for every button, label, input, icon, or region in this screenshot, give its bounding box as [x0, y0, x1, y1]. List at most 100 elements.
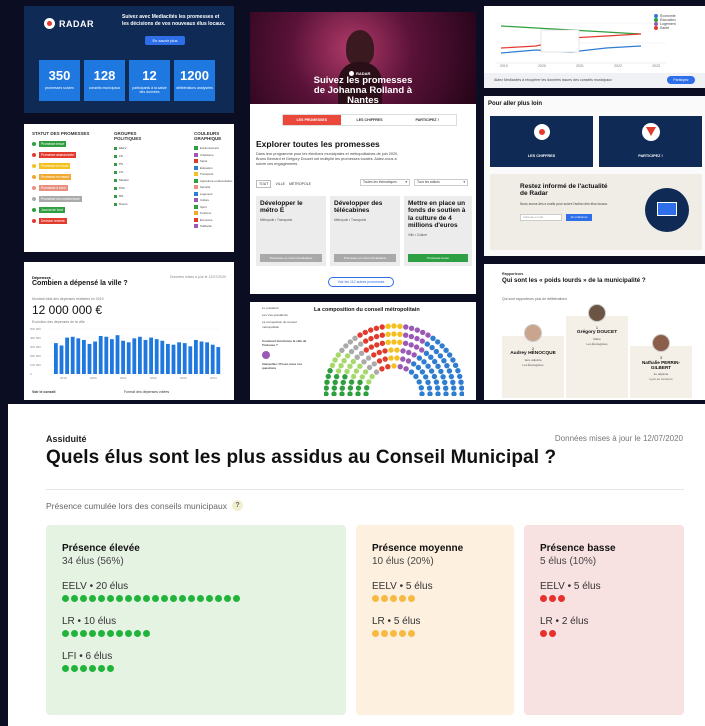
- council-seat[interactable]: [443, 385, 449, 391]
- council-seat[interactable]: [429, 344, 435, 351]
- council-seat[interactable]: [335, 352, 341, 358]
- budget-bar[interactable]: [205, 342, 209, 374]
- budget-bar[interactable]: [87, 343, 92, 374]
- promise-card[interactable]: Développer des télécabines Métropole • T…: [330, 196, 400, 266]
- council-seat[interactable]: [427, 391, 433, 396]
- council-seat[interactable]: [324, 391, 329, 396]
- council-seat[interactable]: [368, 344, 375, 350]
- council-seat[interactable]: [446, 368, 453, 374]
- council-seat[interactable]: [444, 363, 450, 369]
- composition-item[interactable]: Le président: [262, 306, 308, 310]
- budget-bar[interactable]: [76, 338, 81, 374]
- council-seat[interactable]: [373, 369, 380, 375]
- budget-bar[interactable]: [70, 336, 75, 374]
- council-seat[interactable]: [325, 373, 331, 380]
- council-seat[interactable]: [359, 374, 365, 380]
- council-seat[interactable]: [413, 373, 419, 380]
- council-seat[interactable]: [416, 379, 422, 385]
- council-seat[interactable]: [431, 373, 438, 380]
- council-seat[interactable]: [447, 352, 453, 358]
- tile-participez[interactable]: PARTICIPEZ !: [599, 116, 702, 167]
- council-seat[interactable]: [374, 342, 380, 348]
- council-seat[interactable]: [355, 391, 361, 396]
- council-seat[interactable]: [348, 379, 355, 385]
- council-seat[interactable]: [347, 339, 353, 345]
- council-seat[interactable]: [341, 358, 347, 364]
- composition-invite[interactable]: Interpellez / Posez-nous vos questions: [262, 362, 308, 370]
- tab-participez[interactable]: PARTICIPEZ !: [398, 115, 456, 125]
- council-seat[interactable]: [394, 355, 400, 361]
- council-seat[interactable]: [428, 368, 435, 374]
- budget-footer-right[interactable]: Format des dépenses votées: [124, 390, 169, 394]
- council-seat[interactable]: [428, 354, 434, 360]
- council-seat[interactable]: [397, 331, 403, 337]
- council-seat[interactable]: [363, 338, 369, 344]
- budget-bar[interactable]: [166, 343, 170, 374]
- promise-card[interactable]: Développer le métro E Métropole • Transp…: [256, 196, 326, 266]
- council-seat[interactable]: [331, 391, 337, 396]
- council-seat[interactable]: [327, 368, 333, 374]
- budget-bar[interactable]: [65, 337, 69, 374]
- council-seat[interactable]: [403, 324, 409, 330]
- council-seat[interactable]: [373, 325, 380, 331]
- council-seat[interactable]: [379, 324, 385, 330]
- council-seat[interactable]: [353, 368, 360, 374]
- council-seat[interactable]: [400, 348, 406, 354]
- council-seat[interactable]: [426, 385, 433, 391]
- council-seat[interactable]: [408, 333, 415, 340]
- council-seat[interactable]: [425, 379, 431, 385]
- council-seat[interactable]: [414, 335, 420, 342]
- council-seat[interactable]: [363, 347, 369, 353]
- budget-bar[interactable]: [93, 341, 97, 374]
- council-seat[interactable]: [402, 340, 409, 346]
- participez-button[interactable]: Participez: [667, 76, 695, 84]
- council-seat[interactable]: [342, 374, 348, 380]
- council-seat[interactable]: [437, 353, 444, 359]
- council-seat[interactable]: [397, 339, 403, 345]
- council-seat[interactable]: [408, 369, 415, 375]
- council-seat[interactable]: [400, 356, 406, 362]
- council-seat[interactable]: [405, 358, 412, 364]
- council-seat[interactable]: [352, 335, 358, 341]
- subscribe-button[interactable]: Je m'abonne: [566, 214, 592, 221]
- composition-item[interactable]: Les vice-présidents: [262, 313, 308, 317]
- council-seat[interactable]: [371, 361, 377, 367]
- council-seat[interactable]: [450, 357, 456, 363]
- council-seat[interactable]: [382, 348, 388, 354]
- council-seat[interactable]: [347, 363, 353, 369]
- council-seat[interactable]: [340, 379, 346, 386]
- council-seat[interactable]: [397, 323, 403, 329]
- council-seat[interactable]: [452, 362, 459, 368]
- council-seat[interactable]: [438, 368, 444, 375]
- council-seat[interactable]: [439, 343, 445, 349]
- council-seat[interactable]: [424, 341, 430, 347]
- budget-bar[interactable]: [171, 344, 176, 374]
- promise-status-button[interactable]: Promesse en cours d'évaluation: [260, 254, 322, 262]
- council-seat[interactable]: [362, 329, 368, 336]
- council-seat[interactable]: [416, 355, 423, 361]
- council-seat[interactable]: [443, 347, 449, 353]
- council-seat[interactable]: [432, 358, 438, 365]
- budget-bar[interactable]: [199, 341, 204, 374]
- council-seat[interactable]: [385, 339, 391, 345]
- council-seat[interactable]: [361, 359, 367, 365]
- council-seat[interactable]: [420, 329, 426, 336]
- tab-chiffres[interactable]: LES CHIFFRES: [341, 115, 399, 125]
- council-seat[interactable]: [433, 379, 440, 385]
- council-seat[interactable]: [385, 323, 391, 329]
- council-seat[interactable]: [413, 344, 420, 350]
- budget-bar[interactable]: [160, 340, 165, 374]
- council-seat[interactable]: [406, 349, 412, 356]
- podium-person[interactable]: 3 Nathalie PERRIN-GILBERT 4e adjointe Ly…: [630, 334, 692, 398]
- council-seat[interactable]: [339, 385, 345, 391]
- council-seat[interactable]: [324, 385, 329, 391]
- council-seat[interactable]: [430, 335, 436, 341]
- council-seat[interactable]: [332, 379, 338, 385]
- council-seat[interactable]: [421, 359, 427, 365]
- help-icon[interactable]: ?: [231, 500, 243, 511]
- podium-person[interactable]: 1 Grégory DOUCET Maire Les Écologistes: [566, 304, 628, 398]
- council-seat[interactable]: [357, 379, 363, 385]
- budget-bar[interactable]: [210, 344, 215, 374]
- budget-bar[interactable]: [59, 345, 64, 374]
- budget-bar[interactable]: [98, 335, 103, 374]
